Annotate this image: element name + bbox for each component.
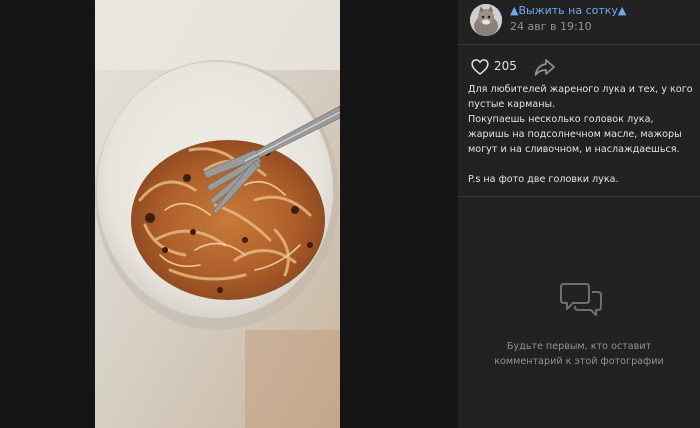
cat-avatar-icon [470, 4, 502, 36]
share-icon[interactable] [533, 56, 557, 78]
empty-comments-line: Будьте первым, кто оставит [506, 341, 652, 352]
post-info-panel: ▲Выжить на сотку▲ 24 авг в 19:10 205 Для… [458, 0, 700, 428]
heart-icon[interactable] [470, 57, 490, 77]
empty-comments-line: комментарий к этой фотографии [494, 356, 664, 367]
author-link[interactable]: ▲Выжить на сотку▲ [510, 4, 626, 17]
photo-viewer [0, 0, 458, 428]
post-caption: Для любителей жареного лука и тех, у ког… [468, 82, 693, 187]
like-count: 205 [494, 59, 517, 73]
post-date[interactable]: 24 авг в 19:10 [510, 20, 592, 33]
caption-paragraph: P.s на фото две головки лука. [468, 174, 619, 185]
comments-icon [560, 283, 602, 316]
caption-paragraph: Для любителей жареного лука и тех, у ког… [468, 84, 693, 110]
avatar[interactable] [470, 4, 502, 36]
fried-onion-bowl-image [95, 0, 340, 428]
empty-comments-message: Будьте первым, кто оставит комментарий к… [458, 339, 700, 369]
divider [458, 196, 700, 197]
post-photo[interactable] [95, 0, 340, 428]
caption-paragraph: Покупаешь несколько головок лука, жаришь… [468, 114, 682, 155]
divider [458, 44, 700, 45]
